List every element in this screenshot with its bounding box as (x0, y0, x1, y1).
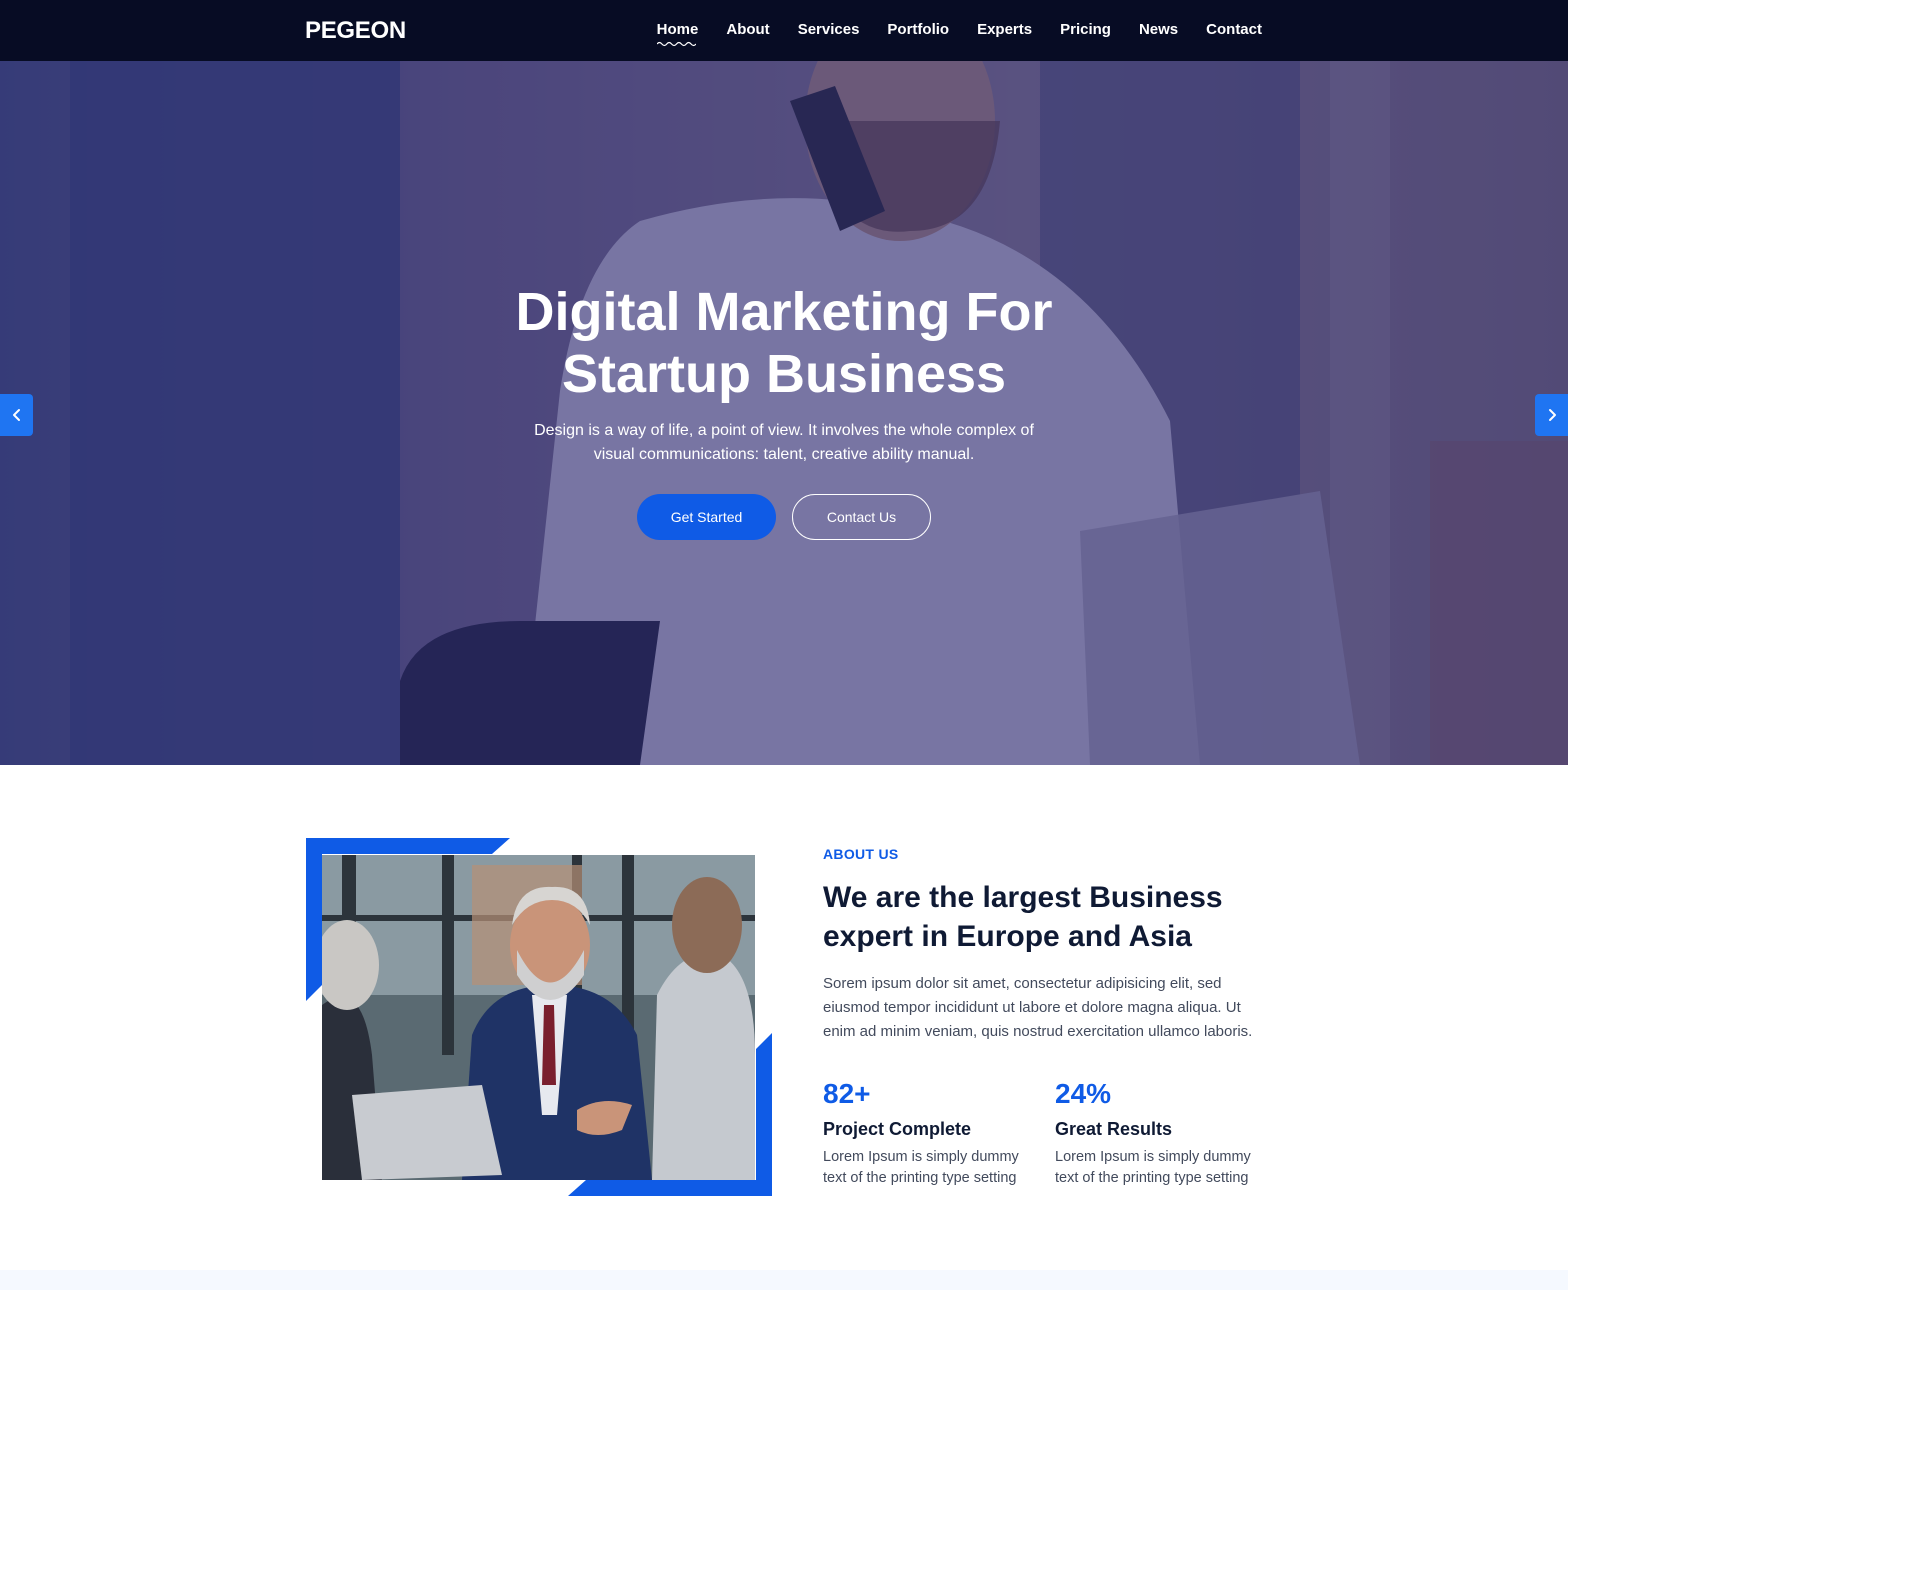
nav-item-pricing[interactable]: Pricing (1060, 21, 1111, 38)
hero-title: Digital Marketing For Startup Business (0, 281, 1568, 405)
main-nav: Home About Services Portfolio Experts Pr… (656, 21, 1262, 47)
contact-us-button[interactable]: Contact Us (792, 494, 931, 540)
nav-item-label: Home (656, 21, 699, 38)
nav-item-services[interactable]: Services (798, 21, 860, 38)
chevron-left-icon (12, 409, 20, 421)
nav-item-news[interactable]: News (1139, 21, 1178, 38)
logo[interactable]: PEGEON (305, 17, 406, 45)
nav-item-experts[interactable]: Experts (977, 21, 1032, 38)
stat-number: 82+ (823, 1078, 871, 1109)
nav-item-about[interactable]: About (726, 21, 769, 38)
stat-title: Project Complete (823, 1119, 972, 1139)
navbar: PEGEON Home About Services Portfolio Exp… (0, 0, 1568, 61)
nav-item-portfolio[interactable]: Portfolio (887, 21, 949, 38)
stat-great-results: 24% Great Results Lorem Ipsum is simply … (1055, 1077, 1270, 1189)
active-underline-icon (656, 41, 696, 47)
stat-text: Lorem Ipsum is simply dummy text of the … (1055, 1149, 1251, 1186)
nav-item-home[interactable]: Home (656, 21, 699, 47)
stat-title: Great Results (1055, 1119, 1173, 1139)
stat-number: 24% (1055, 1078, 1112, 1109)
get-started-button[interactable]: Get Started (637, 494, 776, 540)
slider-next-button[interactable] (1535, 394, 1568, 436)
hero-overlay (0, 61, 1568, 765)
about-title: We are the largest Business expert in Eu… (823, 881, 1223, 953)
about-text: Sorem ipsum dolor sit amet, consectetur … (823, 975, 1253, 1040)
stat-project-complete: 82+ Project Complete Lorem Ipsum is simp… (823, 1077, 1038, 1189)
hero-title-line-1: Digital Marketing For (515, 282, 1053, 342)
next-section-edge (0, 1270, 1568, 1290)
stat-text: Lorem Ipsum is simply dummy text of the … (823, 1149, 1019, 1186)
chevron-right-icon (1548, 409, 1556, 421)
about-image (322, 855, 755, 1180)
hero-slider: Digital Marketing For Startup Business D… (0, 61, 1568, 765)
about-label: ABOUT US (823, 846, 899, 862)
hero-subtitle: Design is a way of life, a point of view… (534, 422, 1034, 463)
hero-title-line-2: Startup Business (561, 344, 1007, 404)
nav-item-contact[interactable]: Contact (1206, 21, 1262, 38)
slider-prev-button[interactable] (0, 394, 33, 436)
